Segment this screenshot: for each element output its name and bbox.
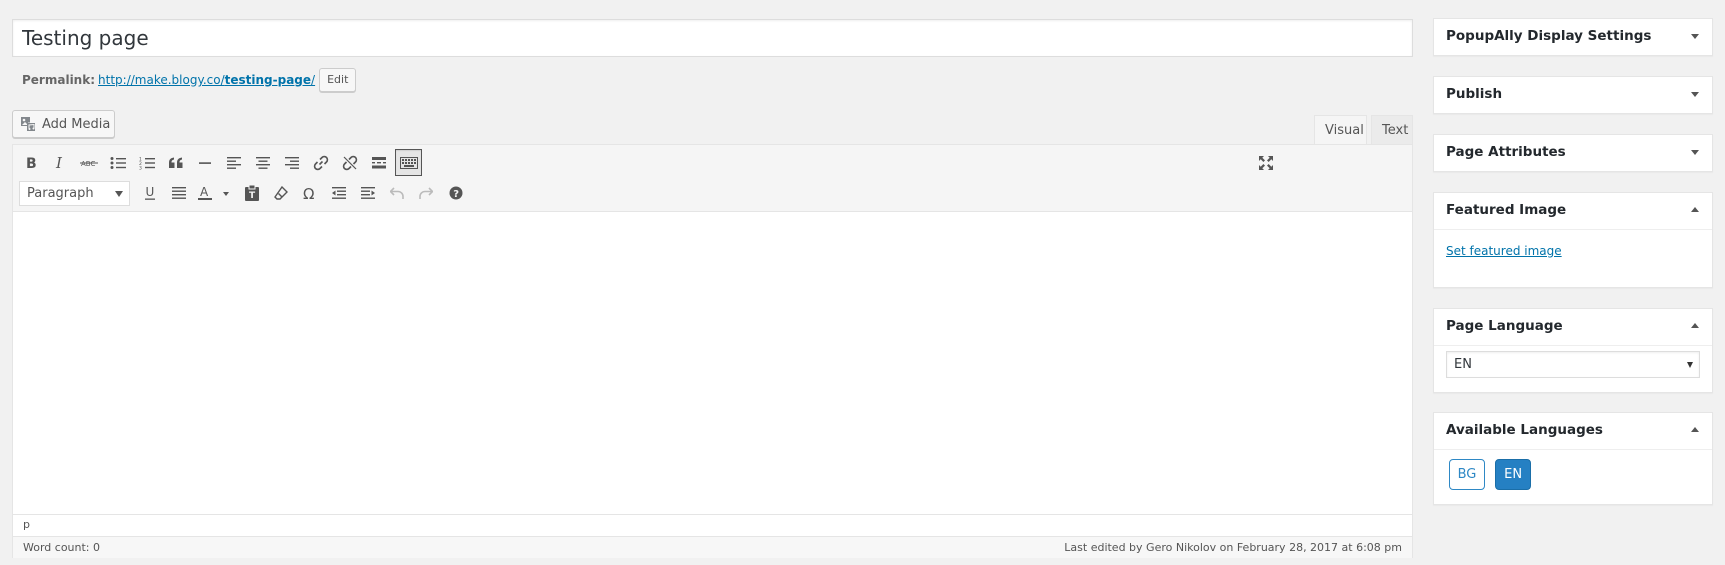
horizontal-line-icon[interactable] (192, 150, 218, 176)
undo-icon[interactable] (384, 180, 410, 206)
chevron-down-icon (1687, 362, 1693, 368)
svg-text:Ω: Ω (303, 186, 314, 200)
featured-image-header[interactable]: Featured Image (1434, 193, 1712, 229)
unlink-icon[interactable] (337, 150, 363, 176)
underline-icon[interactable]: U (137, 180, 163, 206)
popupally-settings-box: PopupAlly Display Settings (1433, 18, 1713, 56)
page-attributes-box: Page Attributes (1433, 134, 1713, 172)
toggle-arrow-icon[interactable] (1691, 150, 1699, 155)
editor-content-area[interactable] (13, 212, 1412, 514)
help-icon[interactable]: ? (443, 180, 469, 206)
toggle-arrow-icon[interactable] (1691, 34, 1699, 39)
permalink-edit-button[interactable]: Edit (319, 68, 357, 92)
svg-text:I: I (55, 156, 63, 170)
toggle-arrow-icon[interactable] (1691, 207, 1699, 212)
page-language-header[interactable]: Page Language (1434, 309, 1712, 345)
redo-icon[interactable] (413, 180, 439, 206)
svg-text:3: 3 (139, 166, 142, 171)
available-languages-title: Available Languages (1446, 422, 1603, 438)
justify-icon[interactable] (166, 180, 192, 206)
text-color-icon[interactable]: A (196, 180, 236, 206)
publish-header[interactable]: Publish (1434, 77, 1712, 113)
svg-text:ABC: ABC (81, 160, 95, 168)
permalink-label: Permalink: (22, 73, 96, 87)
svg-text:A: A (200, 185, 209, 199)
add-media-label: Add Media (42, 116, 111, 132)
available-languages-header[interactable]: Available Languages (1434, 413, 1712, 449)
page-language-box: Page Language EN (1433, 308, 1713, 393)
svg-text:B: B (26, 156, 37, 170)
paste-text-icon[interactable]: T (239, 180, 265, 206)
permalink-link[interactable]: http://make.blogy.co/testing-page/ (98, 73, 315, 87)
italic-icon[interactable]: I (47, 150, 73, 176)
align-center-icon[interactable] (250, 150, 276, 176)
permalink-row: Permalink: http://make.blogy.co/testing-… (22, 68, 357, 92)
publish-title: Publish (1446, 86, 1503, 102)
add-media-button[interactable]: Add Media (12, 110, 115, 138)
word-count: Word count: 0 (23, 541, 101, 554)
toggle-arrow-icon[interactable] (1691, 427, 1699, 432)
publish-box: Publish (1433, 76, 1713, 114)
align-left-icon[interactable] (221, 150, 247, 176)
format-select[interactable]: Paragraph (19, 181, 130, 206)
bold-icon[interactable]: B (18, 150, 44, 176)
featured-image-box: Featured Image Set featured image (1433, 192, 1713, 288)
title-input[interactable] (12, 19, 1413, 57)
tab-text[interactable]: Text (1371, 115, 1413, 145)
page-language-select[interactable]: EN (1446, 351, 1700, 378)
svg-text:T: T (249, 191, 256, 201)
tab-visual[interactable]: Visual (1314, 115, 1367, 145)
blockquote-icon[interactable] (163, 150, 189, 176)
outdent-icon[interactable] (326, 180, 352, 206)
element-path[interactable]: p (13, 514, 1412, 536)
media-icon (21, 117, 35, 131)
link-icon[interactable] (308, 150, 334, 176)
featured-image-title: Featured Image (1446, 202, 1567, 218)
page-language-value: EN (1454, 357, 1472, 372)
svg-text:?: ? (453, 189, 459, 200)
available-languages-box: Available Languages BG EN (1433, 412, 1713, 505)
content-editor: B I ABC 123 Paragraph U A T Ω ? p Word c… (12, 144, 1413, 558)
set-featured-image-link[interactable]: Set featured image (1446, 244, 1562, 258)
editor-toolbar: B I ABC 123 Paragraph U A T Ω ? (13, 145, 1412, 212)
svg-text:U: U (146, 185, 155, 199)
language-button-bg[interactable]: BG (1449, 459, 1485, 490)
chevron-down-icon (115, 191, 123, 197)
popupally-settings-title: PopupAlly Display Settings (1446, 28, 1652, 44)
fullscreen-icon[interactable] (1253, 150, 1279, 176)
special-character-icon[interactable]: Ω (297, 180, 323, 206)
toggle-arrow-icon[interactable] (1691, 92, 1699, 97)
format-select-value: Paragraph (27, 186, 94, 201)
popupally-settings-header[interactable]: PopupAlly Display Settings (1434, 19, 1712, 55)
align-right-icon[interactable] (279, 150, 305, 176)
toolbar-toggle-icon[interactable] (395, 149, 422, 176)
page-attributes-header[interactable]: Page Attributes (1434, 135, 1712, 171)
strikethrough-icon[interactable]: ABC (76, 150, 102, 176)
language-button-en[interactable]: EN (1495, 459, 1532, 490)
read-more-icon[interactable] (366, 150, 392, 176)
last-edited-info: Last edited by Gero Nikolov on February … (1064, 541, 1402, 554)
clear-formatting-icon[interactable] (268, 180, 294, 206)
bullet-list-icon[interactable] (105, 150, 131, 176)
post-status-info: Word count: 0 Last edited by Gero Nikolo… (13, 536, 1412, 558)
toggle-arrow-icon[interactable] (1691, 323, 1699, 328)
numbered-list-icon[interactable]: 123 (134, 150, 160, 176)
page-language-title: Page Language (1446, 318, 1563, 334)
indent-icon[interactable] (355, 180, 381, 206)
page-attributes-title: Page Attributes (1446, 144, 1566, 160)
